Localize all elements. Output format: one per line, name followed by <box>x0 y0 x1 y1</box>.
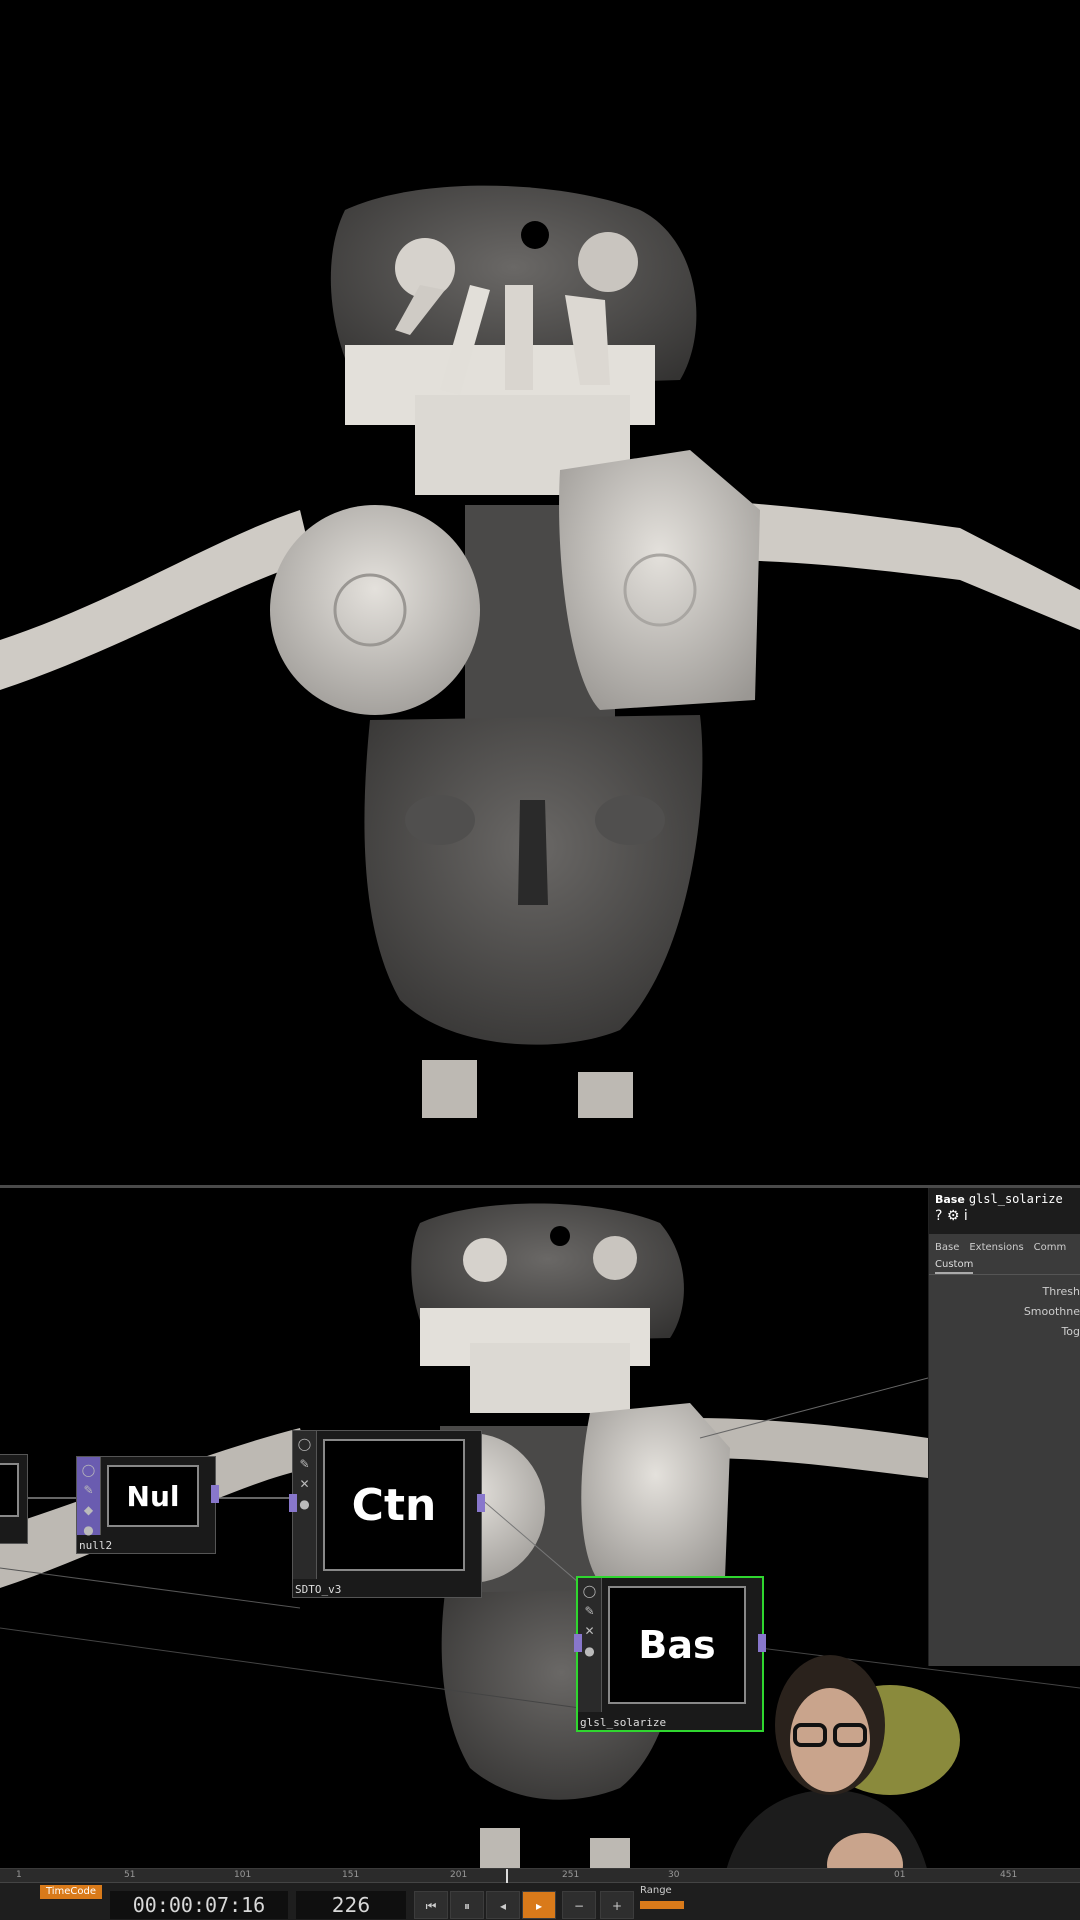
lock-icon[interactable]: ✎ <box>583 1604 597 1618</box>
cross-icon[interactable]: ✕ <box>298 1477 312 1491</box>
bypass-icon[interactable]: ◯ <box>82 1463 96 1477</box>
lock-icon[interactable]: ✎ <box>82 1483 96 1497</box>
operator-null2[interactable]: ◯ ✎ ◆ ● Nul null2 <box>76 1456 219 1554</box>
operator-type-label: Ctn <box>351 1479 437 1531</box>
timecode-mode-button[interactable]: TimeCode <box>40 1885 102 1899</box>
parameter-header: Base glsl_solarize ? ⚙ i <box>929 1188 1080 1234</box>
timeline-bar: 1 51 101 151 201 251 30 01 451 TimeCode … <box>0 1868 1080 1920</box>
parameter-page-tabs: Base Extensions Comm <box>929 1234 1080 1253</box>
cross-icon[interactable]: ✕ <box>583 1624 597 1638</box>
viewer-icon[interactable]: ● <box>583 1644 597 1658</box>
input-connector[interactable] <box>289 1494 297 1512</box>
ruler-tick: 51 <box>124 1870 136 1880</box>
tab-common[interactable]: Comm <box>1034 1242 1067 1253</box>
operator-type-label: Nul <box>126 1479 180 1513</box>
bypass-icon[interactable]: ◯ <box>583 1584 597 1598</box>
operator-family: Base <box>935 1193 965 1206</box>
operator-viewer: Ctn <box>323 1439 465 1571</box>
ruler-tick: 201 <box>450 1870 468 1880</box>
range-toggle[interactable] <box>640 1901 684 1909</box>
ruler-tick: 101 <box>234 1870 252 1880</box>
output-connector[interactable] <box>477 1494 485 1512</box>
frame-field[interactable]: 226 <box>296 1891 406 1919</box>
ruler-tick: 251 <box>562 1870 580 1880</box>
operator-name[interactable]: glsl_solarize <box>580 1716 666 1729</box>
operator-sdto-v3[interactable]: ◯ ✎ ✕ ● Ctn SDTO_v3 <box>289 1430 485 1598</box>
operator-name[interactable]: null2 <box>79 1539 112 1552</box>
timeline-ruler[interactable]: 1 51 101 151 201 251 30 01 451 <box>0 1869 1080 1883</box>
tab-custom[interactable]: Custom <box>935 1259 974 1274</box>
custom-page-tabs: Custom <box>929 1253 1080 1275</box>
output-connector[interactable] <box>211 1485 219 1503</box>
minus-icon[interactable]: − <box>562 1891 596 1919</box>
ruler-tick: 451 <box>1000 1870 1018 1880</box>
operator-viewer: Nul <box>107 1465 199 1527</box>
sculpture-render <box>0 185 1080 1118</box>
lock-icon[interactable]: ✎ <box>298 1457 312 1471</box>
viewer-icon[interactable]: ● <box>82 1523 96 1537</box>
pause-icon[interactable]: ⏸ <box>450 1891 484 1919</box>
display-icon[interactable]: ◆ <box>82 1503 96 1517</box>
playhead[interactable] <box>506 1869 508 1883</box>
param-smoothness-label[interactable]: Smoothne <box>929 1305 1080 1325</box>
parameter-tools[interactable]: ? ⚙ i <box>935 1208 1074 1224</box>
parameter-list: Thresh Smoothne Tog <box>929 1275 1080 1345</box>
plus-icon[interactable]: + <box>600 1891 634 1919</box>
tab-base[interactable]: Base <box>935 1242 959 1253</box>
timecode-field[interactable]: 00:00:07:16 <box>110 1891 288 1919</box>
ruler-tick: 01 <box>894 1870 906 1880</box>
range-label: Range <box>640 1885 672 1896</box>
parameter-panel: Base glsl_solarize ? ⚙ i Base Extensions … <box>928 1188 1080 1666</box>
operator-path[interactable]: glsl_solarize <box>969 1192 1063 1206</box>
param-threshold-label[interactable]: Thresh <box>929 1285 1080 1305</box>
rewind-icon[interactable]: ⏮ <box>414 1891 448 1919</box>
bypass-icon[interactable]: ◯ <box>298 1437 312 1451</box>
play-icon[interactable]: ▸ <box>522 1891 556 1919</box>
operator-partial[interactable] <box>0 1454 28 1544</box>
ruler-tick: 1 <box>16 1870 22 1880</box>
ruler-tick: 30 <box>668 1870 680 1880</box>
tab-extensions[interactable]: Extensions <box>969 1242 1023 1253</box>
ruler-tick: 151 <box>342 1870 360 1880</box>
step-back-icon[interactable]: ◂ <box>486 1891 520 1919</box>
viewer-icon[interactable]: ● <box>298 1497 312 1511</box>
output-viewer <box>0 0 1080 1185</box>
param-toggle-label[interactable]: Tog <box>929 1325 1080 1345</box>
operator-name[interactable]: SDTO_v3 <box>295 1583 341 1596</box>
operator-flag-strip[interactable]: ◯ ✎ ◆ ● <box>77 1457 101 1537</box>
input-connector[interactable] <box>574 1634 582 1652</box>
